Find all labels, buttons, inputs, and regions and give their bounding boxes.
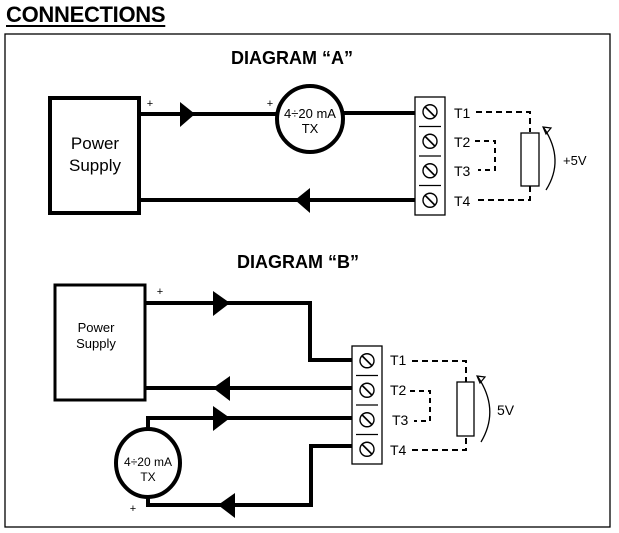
power-supply-a-label-2: Supply bbox=[69, 156, 121, 175]
terminal-block-a bbox=[414, 96, 446, 216]
dashed-wire-b-t1 bbox=[412, 360, 467, 382]
potentiometer-b bbox=[456, 381, 475, 437]
transmitter-b: 4÷20 mA TX bbox=[114, 427, 182, 499]
power-supply-b-positive-label: + bbox=[157, 286, 163, 298]
diagram-b-heading: DIAGRAM “B” bbox=[237, 252, 359, 272]
potentiometer-a bbox=[520, 132, 540, 187]
dashed-wire-a-t4 bbox=[478, 186, 531, 201]
transmitter-b-label-1: 4÷20 mA bbox=[124, 455, 172, 469]
wire-b-ps-to-t1 bbox=[145, 301, 352, 362]
power-supply-b-label-2: Supply bbox=[76, 336, 116, 351]
dashed-wire-a-t2-t3-jumper bbox=[475, 140, 496, 171]
transmitter-a: 4÷20 mA TX bbox=[275, 84, 345, 154]
terminal-b-t3-label: T3 bbox=[392, 412, 409, 428]
arrow-right-icon bbox=[213, 406, 230, 431]
voltage-a-label: +5V bbox=[563, 153, 587, 168]
diagram-b: DIAGRAM “B” Power Supply + 4÷20 mA TX + … bbox=[53, 252, 515, 518]
dashed-wire-b-t2-t3-jumper bbox=[410, 390, 431, 422]
terminal-a-t3-label: T3 bbox=[454, 163, 471, 179]
diagram-a: DIAGRAM “A” Power Supply + + 4÷20 mA TX … bbox=[48, 48, 587, 216]
voltage-b-label: 5V bbox=[497, 402, 515, 418]
power-supply-b: Power Supply bbox=[53, 283, 147, 402]
wire-b-tx-to-t3 bbox=[146, 416, 352, 430]
transmitter-b-positive-label: + bbox=[130, 503, 136, 515]
power-supply-a-label-1: Power bbox=[71, 134, 120, 153]
terminal-b-t1-label: T1 bbox=[390, 352, 407, 368]
diagram-a-heading: DIAGRAM “A” bbox=[231, 48, 353, 68]
voltage-arc-a bbox=[543, 127, 556, 191]
power-supply-a-positive-label: + bbox=[147, 98, 153, 110]
terminal-block-b bbox=[351, 345, 383, 465]
arrow-right-icon bbox=[213, 291, 230, 316]
connections-diagram: DIAGRAM “A” Power Supply + + 4÷20 mA TX … bbox=[4, 33, 611, 528]
terminal-a-t2-label: T2 bbox=[454, 134, 471, 150]
arrow-left-icon bbox=[213, 376, 230, 401]
terminal-b-t4-label: T4 bbox=[390, 442, 407, 458]
voltage-arc-b bbox=[477, 376, 491, 443]
dashed-wire-b-t4 bbox=[412, 436, 467, 451]
transmitter-b-label-2: TX bbox=[140, 470, 155, 484]
arrow-left-icon bbox=[295, 188, 310, 213]
power-supply-b-label-1: Power bbox=[78, 320, 116, 335]
power-supply-a: Power Supply bbox=[48, 96, 141, 215]
terminal-b-t2-label: T2 bbox=[390, 382, 407, 398]
transmitter-a-positive-label: + bbox=[267, 98, 273, 110]
terminal-a-t1-label: T1 bbox=[454, 105, 471, 121]
transmitter-a-label-2: TX bbox=[302, 121, 319, 136]
terminal-a-t4-label: T4 bbox=[454, 193, 471, 209]
transmitter-a-label-1: 4÷20 mA bbox=[284, 106, 336, 121]
arrow-right-icon bbox=[180, 102, 195, 127]
dashed-wire-a-t1 bbox=[476, 111, 531, 132]
arrow-left-icon bbox=[218, 493, 235, 518]
